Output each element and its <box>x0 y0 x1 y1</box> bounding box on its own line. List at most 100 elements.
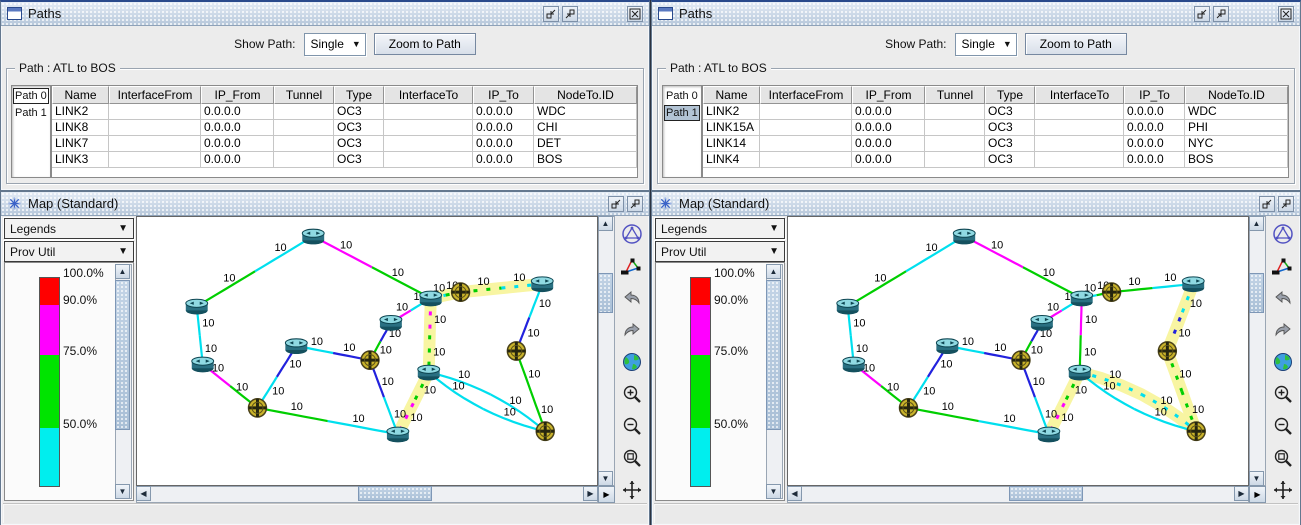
site-node[interactable] <box>1012 351 1030 369</box>
scroll-down-icon[interactable]: ▼ <box>766 484 781 499</box>
scroll-up-icon[interactable]: ▲ <box>598 216 613 231</box>
paths-titlebar[interactable]: Paths <box>652 2 1300 26</box>
table-cell[interactable]: LINK3 <box>52 152 109 168</box>
v-scroll-thumb[interactable] <box>1249 273 1264 314</box>
table-cell[interactable]: PHI <box>1185 120 1288 136</box>
scroll-right-icon[interactable]: ▶ <box>1234 486 1249 501</box>
table-cell[interactable]: WDC <box>534 104 637 120</box>
site-node[interactable] <box>900 399 918 417</box>
column-header[interactable]: Name <box>52 86 109 104</box>
column-header[interactable]: IP_To <box>1124 86 1185 104</box>
table-cell[interactable]: 0.0.0.0 <box>473 104 534 120</box>
column-header[interactable]: InterfaceFrom <box>109 86 201 104</box>
table-cell[interactable]: OC3 <box>334 152 384 168</box>
table-cell[interactable]: OC3 <box>334 120 384 136</box>
undo-button[interactable] <box>620 286 644 309</box>
maximize-button[interactable] <box>1213 6 1229 22</box>
router-node[interactable] <box>1071 291 1093 306</box>
router-node[interactable] <box>837 299 859 314</box>
table-cell[interactable]: OC3 <box>985 136 1035 152</box>
circle-layout-button[interactable] <box>1271 222 1295 245</box>
map-titlebar[interactable]: Map (Standard) <box>652 192 1300 216</box>
table-cell[interactable]: CHI <box>534 120 637 136</box>
column-header[interactable]: IP_From <box>852 86 925 104</box>
table-cell[interactable]: 0.0.0.0 <box>473 136 534 152</box>
table-cell[interactable]: 0.0.0.0 <box>201 104 274 120</box>
pan-button[interactable] <box>620 478 644 501</box>
table-cell[interactable]: 0.0.0.0 <box>1124 104 1185 120</box>
h-scroll-thumb[interactable] <box>1009 486 1083 501</box>
table-cell[interactable] <box>760 136 852 152</box>
close-button[interactable] <box>627 6 643 22</box>
minimize-button[interactable] <box>543 6 559 22</box>
table-cell[interactable]: OC3 <box>334 104 384 120</box>
table-cell[interactable] <box>760 104 852 120</box>
table-cell[interactable] <box>925 120 985 136</box>
router-node[interactable] <box>302 229 324 244</box>
column-header[interactable]: Type <box>985 86 1035 104</box>
scroll-right-icon[interactable]: ▶ <box>583 486 598 501</box>
undo-button[interactable] <box>1271 286 1295 309</box>
column-header[interactable]: InterfaceTo <box>1035 86 1124 104</box>
pan-button[interactable] <box>1271 478 1295 501</box>
table-row[interactable]: LINK30.0.0.0OC30.0.0.0BOS <box>52 152 637 168</box>
table-cell[interactable]: LINK7 <box>52 136 109 152</box>
redo-button[interactable] <box>620 318 644 341</box>
table-cell[interactable]: BOS <box>1185 152 1288 168</box>
map-titlebar[interactable]: Map (Standard) <box>1 192 649 216</box>
table-cell[interactable] <box>109 152 201 168</box>
table-cell[interactable]: 0.0.0.0 <box>852 136 925 152</box>
table-cell[interactable] <box>274 136 334 152</box>
table-cell[interactable]: BOS <box>534 152 637 168</box>
scroll-right-icon[interactable]: ▶ <box>598 486 615 503</box>
zoom-window-button[interactable] <box>1271 446 1295 469</box>
zoom-out-button[interactable] <box>620 414 644 437</box>
scroll-down-icon[interactable]: ▼ <box>1249 471 1264 486</box>
globe-button[interactable] <box>620 350 644 373</box>
router-node[interactable] <box>936 339 958 354</box>
table-cell[interactable]: 0.0.0.0 <box>1124 120 1185 136</box>
table-cell[interactable] <box>925 152 985 168</box>
map-horizontal-scrollbar[interactable]: ◀ ▶ <box>787 486 1249 503</box>
table-row[interactable]: LINK140.0.0.0OC30.0.0.0NYC <box>703 136 1288 152</box>
router-node[interactable] <box>192 357 214 372</box>
scroll-right-icon[interactable]: ▶ <box>1249 486 1266 503</box>
legends-combo[interactable]: Legends ▼ <box>655 218 785 239</box>
column-header[interactable]: IP_To <box>473 86 534 104</box>
maximize-button[interactable] <box>1278 196 1294 212</box>
column-header[interactable]: IP_From <box>201 86 274 104</box>
column-header[interactable]: NodeTo.ID <box>1185 86 1288 104</box>
map-vertical-scrollbar[interactable]: ▲ ▼ <box>1249 216 1266 486</box>
table-cell[interactable] <box>384 120 473 136</box>
redo-button[interactable] <box>1271 318 1295 341</box>
table-cell[interactable]: LINK4 <box>703 152 760 168</box>
router-node[interactable] <box>1182 277 1204 292</box>
minimize-button[interactable] <box>608 196 624 212</box>
column-header[interactable]: Name <box>703 86 760 104</box>
table-cell[interactable]: NYC <box>1185 136 1288 152</box>
table-cell[interactable] <box>1035 152 1124 168</box>
map-canvas[interactable]: 1010101010101010101010101010101010101010… <box>787 216 1249 486</box>
table-cell[interactable]: OC3 <box>985 152 1035 168</box>
table-cell[interactable] <box>1035 104 1124 120</box>
table-cell[interactable] <box>384 152 473 168</box>
table-cell[interactable] <box>109 104 201 120</box>
router-node[interactable] <box>380 315 402 330</box>
h-scroll-thumb[interactable] <box>358 486 432 501</box>
router-node[interactable] <box>1069 365 1091 380</box>
minimize-button[interactable] <box>1259 196 1275 212</box>
router-node[interactable] <box>418 365 440 380</box>
path-list-item[interactable]: Path 1 <box>13 105 49 121</box>
zoom-to-path-button[interactable]: Zoom to Path <box>1025 33 1127 55</box>
show-path-combo[interactable]: Single ▼ <box>304 33 366 56</box>
zoom-in-button[interactable] <box>620 382 644 405</box>
close-button[interactable] <box>1278 6 1294 22</box>
table-cell[interactable]: DET <box>534 136 637 152</box>
prov-util-combo[interactable]: Prov Util ▼ <box>4 241 134 262</box>
legends-combo[interactable]: Legends ▼ <box>4 218 134 239</box>
table-row[interactable]: LINK80.0.0.0OC30.0.0.0CHI <box>52 120 637 136</box>
scroll-down-icon[interactable]: ▼ <box>598 471 613 486</box>
map-horizontal-scrollbar[interactable]: ◀ ▶ <box>136 486 598 503</box>
table-cell[interactable] <box>925 136 985 152</box>
site-node[interactable] <box>1158 342 1176 360</box>
